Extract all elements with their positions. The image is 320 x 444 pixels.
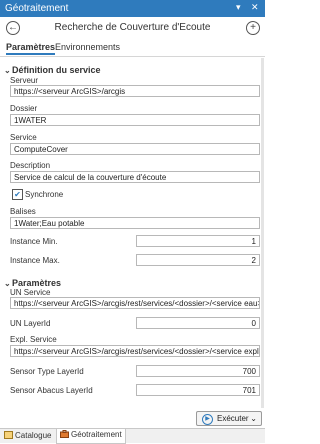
- sensor-abacus-field[interactable]: 701: [136, 384, 260, 396]
- panel-scrollbar[interactable]: [261, 58, 264, 408]
- tab-bar: Paramètres Environnements: [0, 41, 265, 57]
- section-title: Paramètres: [12, 278, 62, 288]
- tool-header: ← Recherche de Couverture d'Ecoute +: [0, 17, 265, 39]
- dossier-label: Dossier: [10, 104, 38, 113]
- expl-service-field[interactable]: https://<serveur ArcGIS>/arcgis/rest/ser…: [10, 345, 260, 357]
- un-service-label: UN Service: [10, 288, 51, 297]
- balises-field[interactable]: 1Water;Eau potable: [10, 217, 260, 229]
- run-label: Exécuter: [217, 414, 249, 423]
- serveur-field[interactable]: https://<serveur ArcGIS>/arcgis: [10, 85, 260, 97]
- run-button[interactable]: ▶ Exécuter ⌄: [196, 411, 262, 426]
- instance-max-label: Instance Max.: [10, 256, 60, 265]
- tab-catalogue[interactable]: Catalogue: [4, 431, 51, 440]
- run-dropdown-icon[interactable]: ⌄: [250, 414, 257, 423]
- add-button[interactable]: +: [246, 21, 260, 35]
- window-titlebar: Géotraitement ▾ ✕: [0, 0, 265, 17]
- tab-label: Géotraitement: [71, 430, 122, 439]
- pin-menu-icon[interactable]: ▾: [236, 2, 241, 13]
- tab-label: Catalogue: [15, 431, 52, 440]
- un-layerid-label: UN LayerId: [10, 319, 51, 328]
- tool-title: Recherche de Couverture d'Ecoute: [54, 22, 211, 33]
- un-service-field[interactable]: https://<serveur ArcGIS>/arcgis/rest/ser…: [10, 297, 260, 309]
- parameters-panel: ⌄Définition du service Serveur https://<…: [0, 57, 265, 409]
- chevron-down-icon: ⌄: [4, 279, 11, 288]
- description-label: Description: [10, 161, 51, 170]
- sensor-abacus-label: Sensor Abacus LayerId: [10, 386, 93, 395]
- balises-label: Balises: [10, 207, 36, 216]
- section-definition-service[interactable]: ⌄Définition du service: [4, 65, 101, 75]
- instance-min-field[interactable]: 1: [136, 235, 260, 247]
- synchrone-label: Synchrone: [25, 190, 64, 199]
- service-label: Service: [10, 133, 37, 142]
- expl-service-label: Expl. Service: [10, 335, 57, 344]
- sensor-type-label: Sensor Type LayerId: [10, 367, 84, 376]
- section-title: Définition du service: [12, 65, 101, 75]
- synchrone-checkbox[interactable]: ✔: [12, 189, 23, 200]
- section-parametres[interactable]: ⌄Paramètres: [4, 278, 61, 288]
- instance-min-label: Instance Min.: [10, 237, 58, 246]
- service-field[interactable]: ComputeCover: [10, 143, 260, 155]
- bottom-tab-bar: Catalogue Géotraitement: [0, 428, 265, 444]
- window-title: Géotraitement: [5, 3, 69, 14]
- tab-parametres[interactable]: Paramètres: [6, 42, 56, 55]
- dossier-field[interactable]: 1WATER: [10, 114, 260, 126]
- un-layerid-field[interactable]: 0: [136, 317, 260, 329]
- close-icon[interactable]: ✕: [251, 2, 259, 13]
- serveur-label: Serveur: [10, 76, 39, 85]
- description-field[interactable]: Service de calcul de la couverture d'éco…: [10, 171, 260, 183]
- chevron-down-icon: ⌄: [4, 66, 11, 75]
- sensor-type-field[interactable]: 700: [136, 365, 260, 377]
- instance-max-field[interactable]: 2: [136, 254, 260, 266]
- tab-environnements[interactable]: Environnements: [55, 42, 120, 52]
- back-button[interactable]: ←: [6, 21, 20, 35]
- play-icon: ▶: [202, 414, 213, 425]
- catalog-icon: [4, 431, 13, 439]
- toolbox-icon: [60, 430, 69, 438]
